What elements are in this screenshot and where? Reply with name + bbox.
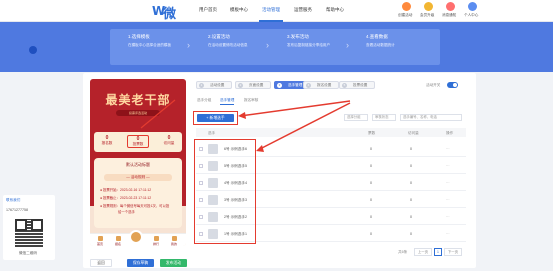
arrowhead-icon xyxy=(238,112,246,119)
annotation-arrow xyxy=(239,100,351,117)
arrowhead-icon xyxy=(256,145,264,152)
annotation-arrow xyxy=(140,99,176,129)
annotation-arrow xyxy=(257,102,351,151)
annotation-arrows xyxy=(140,99,351,152)
